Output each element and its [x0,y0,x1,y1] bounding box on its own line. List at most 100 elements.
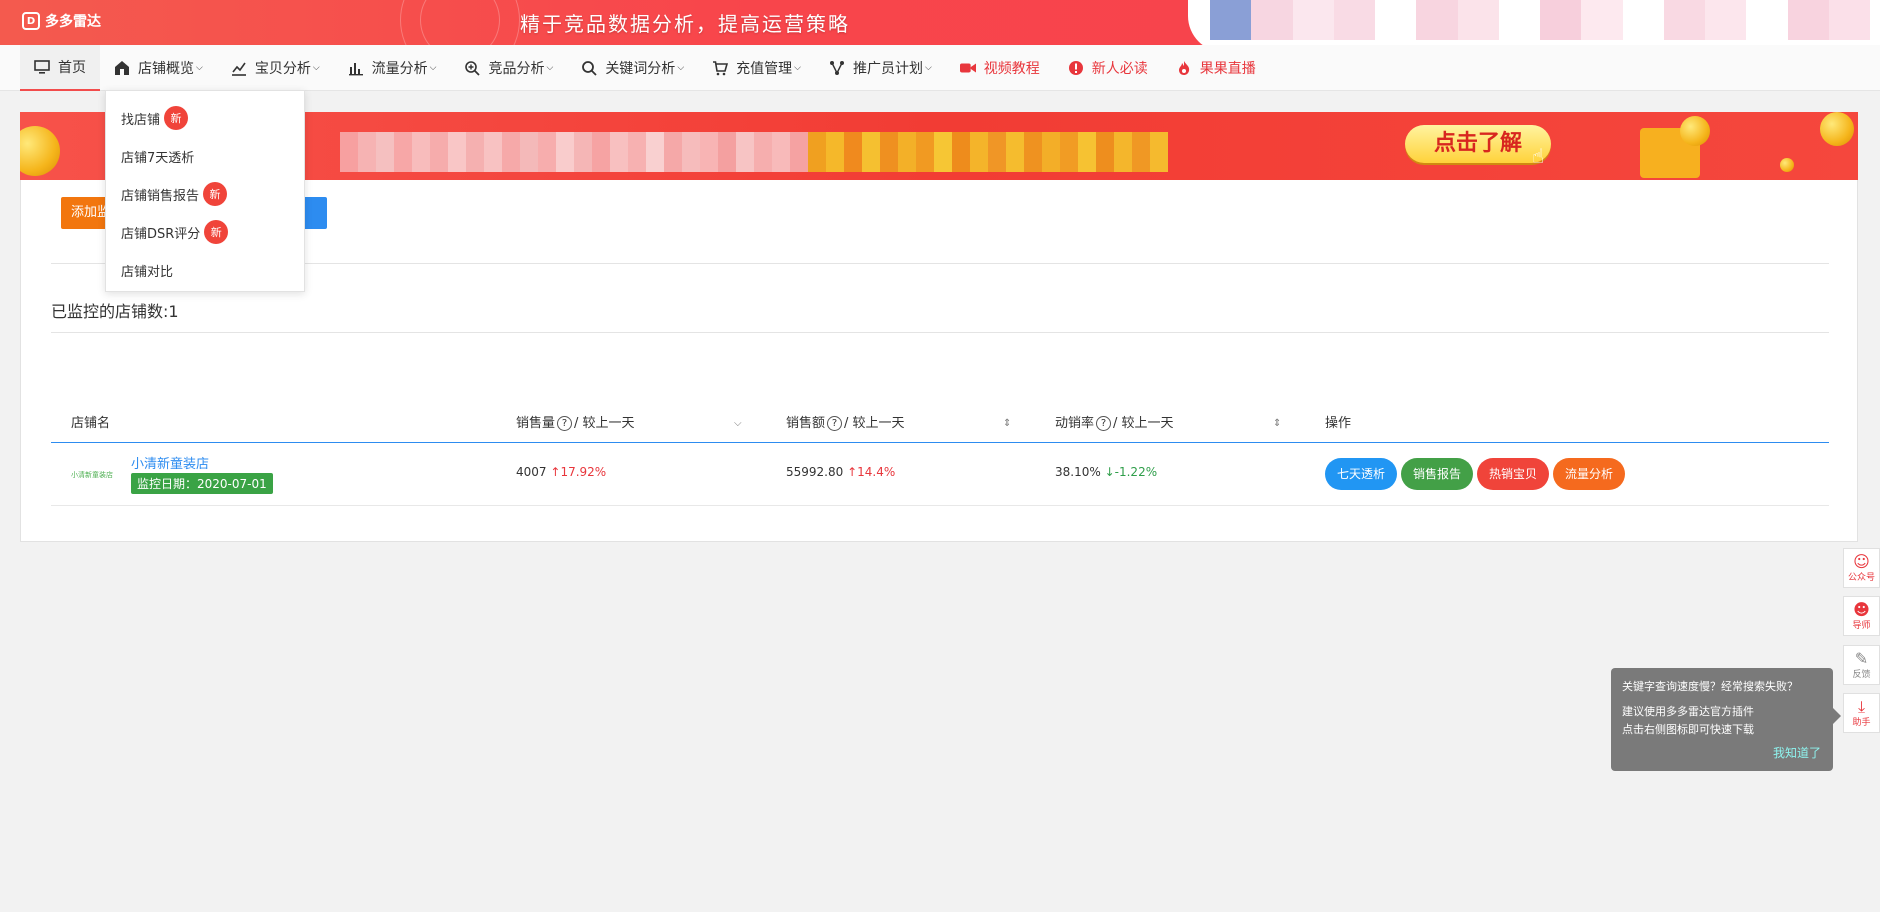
network-icon [829,60,845,76]
wechat-float-button[interactable]: ☺ 公众号 [1843,548,1880,588]
menu-label: 找店铺 [121,112,161,128]
plugin-tooltip: 关键字查询速度慢？经常搜索失败？ 建议使用多多雷达官方插件 点击右侧图标即可快速… [1611,668,1841,771]
chart-line-icon [231,60,247,76]
tooltip-line: 点击右侧图标即可快速下载 [1622,723,1754,736]
sales-report-button[interactable]: 销售报告 [1401,458,1474,490]
learn-more-button[interactable]: 点击了解 [1405,125,1551,163]
chevron-down-icon: ⌵ [196,62,203,73]
nav-item-traffic-analysis[interactable]: 流量分析 ⌵ [334,45,451,91]
header-label: 销售额 [786,416,826,431]
coin-image [1780,158,1794,172]
sales-qty-cell: 4007 ↑17.92% [516,465,606,479]
app-logo[interactable]: D 多多雷达 [22,11,101,31]
banner-slogan: 精于竞品数据分析，提高运营策略 [520,12,850,36]
chevron-down-icon: ⌵ [794,62,801,73]
logo-text: 多多雷达 [45,14,101,30]
menu-item-shop-compare[interactable]: 店铺对比 [106,251,304,289]
header-sell-rate[interactable]: 动销率? / 较上一天 [1055,405,1174,443]
sales-amount-change: 14.4% [857,465,896,479]
float-label: 助手 [1852,717,1871,728]
menu-item-shop-7day[interactable]: 店铺7天透析 [106,137,304,175]
arrow-up-icon: ↑ [847,465,858,479]
tooltip-line: 关键字查询速度慢？经常搜索失败？ [1622,680,1798,693]
shop-icon [114,60,130,76]
nav-item-shop-overview[interactable]: 店铺概览 ⌵ [100,45,217,91]
help-icon[interactable]: ? [1096,416,1112,431]
menu-label: 店铺对比 [121,264,174,280]
nav-label: 流量分析 [371,60,428,77]
nav-item-keyword-analysis[interactable]: 关键词分析 ⌵ [567,45,698,91]
nav-label: 宝贝分析 [254,60,311,77]
hot-products-button[interactable]: 热销宝贝 [1477,458,1550,490]
float-label: 导师 [1852,620,1871,631]
nav-item-recharge[interactable]: 充值管理 ⌵ [698,45,815,91]
top-banner: D 多多雷达 精于竞品数据分析，提高运营策略 [0,0,1880,45]
nav-item-live[interactable]: 果果直播 [1162,45,1270,91]
nav-label: 充值管理 [736,60,793,77]
monitor-date-badge: 监控日期：2020-07-01 [131,473,273,494]
zoom-plus-icon [464,60,481,76]
monitored-count: 已监控的店铺数:1 [51,302,179,321]
nav-label: 新人必读 [1091,60,1148,77]
sales-qty-value: 4007 [516,465,547,479]
sort-toggle-icon[interactable]: ⇕ [1003,405,1011,443]
help-icon[interactable]: ? [557,416,573,431]
sales-amount-cell: 55992.80 ↑14.4% [786,465,895,479]
header-compare: / 较上一天 [1113,416,1174,431]
sell-rate-value: 38.10% [1055,465,1101,479]
chevron-down-icon: ⌵ [924,62,932,73]
header-label: 销售量 [516,416,556,431]
traffic-analysis-button[interactable]: 流量分析 [1553,458,1626,490]
blurred-promo-text [340,132,1168,172]
alert-icon [1068,60,1084,76]
feedback-float-button[interactable]: ✎ 反馈 [1843,645,1880,685]
header-shop-name: 店铺名 [71,416,111,431]
menu-item-find-shop[interactable]: 找店铺新 [106,99,304,137]
header-sales-amount[interactable]: 销售额? / 较上一天 [786,405,905,443]
shop-name-link[interactable]: 小清新童装店 [131,453,209,472]
sell-rate-cell: 38.10% ↓-1.22% [1055,465,1157,479]
menu-label: 店铺7天透析 [121,150,195,166]
sort-desc-icon[interactable]: ⌵ [734,405,742,443]
menu-item-dsr-score[interactable]: 店铺DSR评分新 [106,213,304,251]
float-label: 公众号 [1847,572,1875,583]
menu-item-sales-report[interactable]: 店铺销售报告新 [106,175,304,213]
float-label: 反馈 [1852,669,1871,680]
logo-icon: D [22,12,40,30]
bar-chart-icon [348,60,364,76]
pointer-hand-icon: ☝ [1532,144,1545,168]
nav-item-newcomer-guide[interactable]: 新人必读 [1054,45,1162,91]
nav-label: 竞品分析 [488,60,545,77]
chevron-down-icon: ⌵ [677,62,685,73]
coin-image [1680,116,1710,146]
main-nav: 首页 店铺概览 ⌵ 宝贝分析 ⌵ 流量分析 ⌵ 竞品分析 ⌵ 关键词分析 ⌵ 充值管理 [0,44,1880,91]
coin-image [20,126,60,176]
nav-item-promoter-plan[interactable]: 推广员计划 ⌵ [815,45,946,91]
sort-toggle-icon[interactable]: ⇕ [1273,405,1281,443]
header-actions: 操作 [1325,416,1352,431]
got-it-button[interactable]: 我知道了 [1773,744,1821,761]
chevron-down-icon: ⌵ [546,62,554,73]
divider [51,332,1829,333]
nav-item-product-analysis[interactable]: 宝贝分析 ⌵ [217,45,334,91]
assistant-float-button[interactable]: ⤓ 助手 [1843,693,1880,733]
nav-item-home[interactable]: 首页 [20,44,100,91]
nav-item-video-tutorial[interactable]: 视频教程 [946,45,1054,91]
menu-label: 店铺DSR评分 [121,226,201,242]
header-label: 动销率 [1055,416,1095,431]
seven-day-analysis-button[interactable]: 七天透析 [1325,458,1398,490]
shop-logo: 小清新童装店 [71,471,113,479]
nav-item-competitor-analysis[interactable]: 竞品分析 ⌵ [450,45,567,91]
help-icon[interactable]: ? [827,416,843,431]
header-sales-qty[interactable]: 销售量? / 较上一天 [516,405,635,443]
sales-qty-change: 17.92% [560,465,607,479]
mentor-float-button[interactable]: ☻ 导师 [1843,596,1880,636]
new-badge: 新 [204,220,229,244]
new-badge: 新 [203,182,228,206]
video-icon [959,60,976,76]
nav-label: 推广员计划 [852,60,923,77]
arrow-up-icon: ↑ [550,465,561,479]
wechat-icon: ☺ [1853,551,1870,571]
table-row: 小清新童装店 小清新童装店 监控日期：2020-07-01 4007 ↑17.9… [51,444,1829,506]
sales-amount-value: 55992.80 [786,465,844,479]
